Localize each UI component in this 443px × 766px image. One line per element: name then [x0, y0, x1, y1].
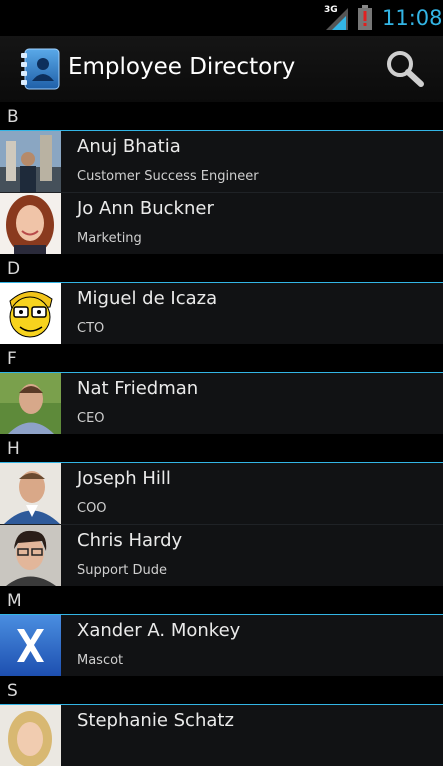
avatar	[0, 131, 61, 192]
section-letter: B	[7, 107, 19, 127]
employee-name: Nat Friedman	[77, 378, 199, 399]
employee-row[interactable]: Anuj Bhatia Customer Success Engineer	[0, 131, 443, 193]
search-icon[interactable]	[384, 49, 426, 89]
employee-row[interactable]: Miguel de Icaza CTO	[0, 283, 443, 344]
section-header-b: B	[0, 102, 443, 131]
employee-row[interactable]: Jo Ann Buckner Marketing	[0, 193, 443, 254]
status-bar: 3G 11:08	[0, 0, 443, 36]
employee-name: Jo Ann Buckner	[77, 198, 214, 219]
employee-title: CTO	[77, 321, 105, 336]
employee-row[interactable]: Xander A. Monkey Mascot	[0, 615, 443, 676]
status-clock: 11:08	[382, 6, 443, 30]
app-title: Employee Directory	[68, 54, 296, 80]
section-header-m: M	[0, 586, 443, 615]
avatar	[0, 463, 61, 524]
employee-title: Marketing	[77, 231, 142, 246]
employee-title: Mascot	[77, 653, 124, 668]
avatar	[0, 525, 61, 586]
avatar	[0, 615, 61, 676]
action-bar: Employee Directory	[0, 36, 443, 102]
employee-name: Anuj Bhatia	[77, 136, 181, 157]
avatar	[0, 283, 61, 344]
section-header-h: H	[0, 434, 443, 463]
section-header-d: D	[0, 254, 443, 283]
avatar	[0, 705, 61, 766]
avatar	[0, 373, 61, 434]
employee-row[interactable]: Chris Hardy Support Dude	[0, 525, 443, 586]
avatar	[0, 193, 61, 254]
section-letter: H	[7, 439, 20, 459]
employee-name: Xander A. Monkey	[77, 620, 241, 641]
employee-row[interactable]: Stephanie Schatz	[0, 705, 443, 766]
section-header-s: S	[0, 676, 443, 705]
employee-name: Miguel de Icaza	[77, 288, 218, 309]
employee-name: Chris Hardy	[77, 530, 183, 551]
section-letter: M	[7, 591, 22, 611]
employee-title: CEO	[77, 411, 105, 426]
signal-strength-icon	[326, 8, 348, 30]
employee-row[interactable]: Nat Friedman CEO	[0, 373, 443, 434]
employee-name: Joseph Hill	[77, 468, 171, 489]
employee-row[interactable]: Joseph Hill COO	[0, 463, 443, 525]
section-letter: F	[7, 349, 17, 369]
employee-title: Customer Success Engineer	[77, 169, 259, 184]
employee-list[interactable]: B Anuj Bhatia Customer Success Engineer	[0, 102, 443, 766]
employee-name: Stephanie Schatz	[77, 710, 234, 731]
employee-title: Support Dude	[77, 563, 168, 578]
contacts-book-icon	[21, 48, 60, 90]
battery-low-icon	[358, 5, 372, 30]
section-letter: S	[7, 681, 18, 701]
section-header-f: F	[0, 344, 443, 373]
section-letter: D	[7, 259, 21, 279]
employee-title: COO	[77, 501, 107, 516]
